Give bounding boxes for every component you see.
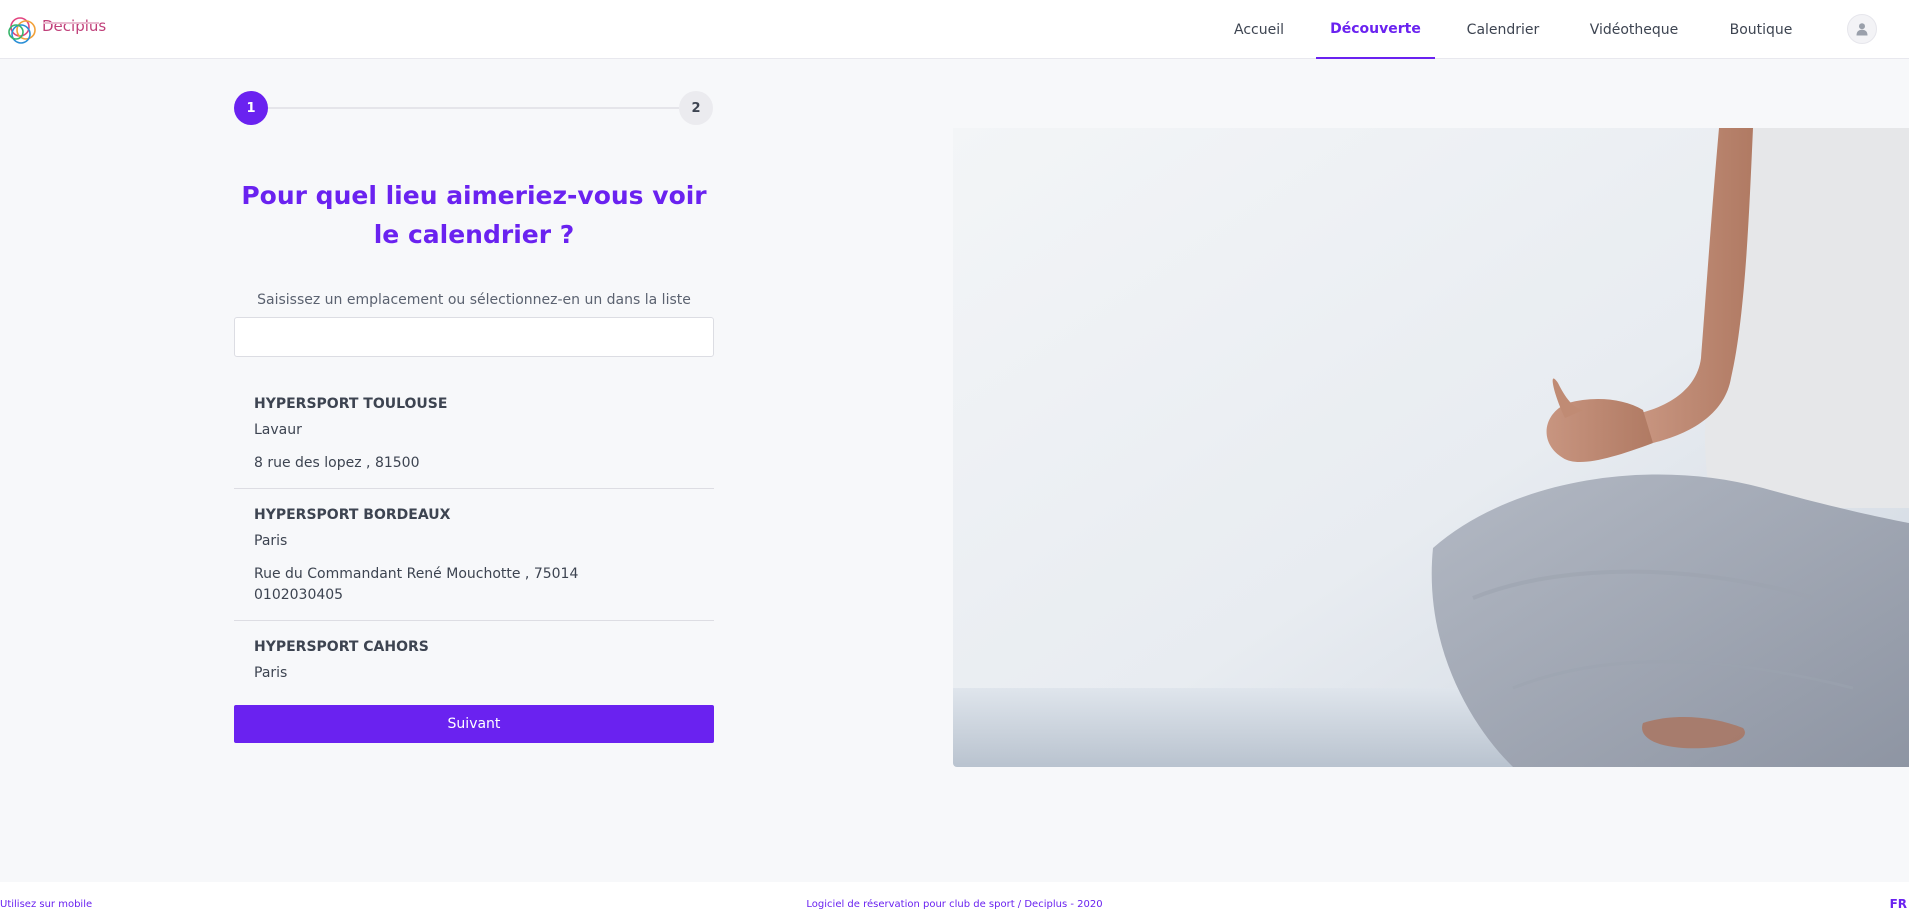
- location-city: Paris: [254, 533, 288, 549]
- brand-logo[interactable]: Deciplus: [6, 14, 106, 46]
- nav-item-videotheque[interactable]: Vidéotheque: [1584, 0, 1684, 59]
- use-on-mobile-link[interactable]: Utilisez sur mobile: [0, 899, 92, 910]
- page-footer: Logiciel de réservation pour club de spo…: [0, 882, 1909, 920]
- brand-name: Deciplus: [42, 17, 107, 35]
- location-city: Lavaur: [254, 422, 302, 438]
- language-selector[interactable]: FR: [1890, 897, 1907, 911]
- location-address: 8 rue des lopez , 81500: [254, 455, 420, 471]
- location-item-toulouse[interactable]: HYPERSPORT TOULOUSE Lavaur 8 rue des lop…: [234, 380, 714, 488]
- hero-image-yoga: [953, 128, 1909, 767]
- footer-copyright: Logiciel de réservation pour club de spo…: [806, 899, 1103, 910]
- location-name: HYPERSPORT TOULOUSE: [254, 396, 448, 412]
- brand-tagline-bar: [43, 22, 99, 24]
- nav-item-boutique[interactable]: Boutique: [1722, 0, 1800, 59]
- location-list: HYPERSPORT TOULOUSE Lavaur 8 rue des lop…: [234, 380, 714, 685]
- top-header: Deciplus Accueil Découverte Calendrier V…: [0, 0, 1909, 59]
- logo-icon: [8, 17, 36, 44]
- location-item-cahors[interactable]: HYPERSPORT CAHORS Paris: [234, 621, 714, 685]
- nav-item-calendrier[interactable]: Calendrier: [1460, 0, 1546, 59]
- page-title: Pour quel lieu aimeriez-vous voir le cal…: [241, 181, 707, 249]
- step-2-indicator: 2: [679, 91, 713, 125]
- location-item-bordeaux[interactable]: HYPERSPORT BORDEAUX Paris Rue du Command…: [234, 489, 714, 620]
- location-search-input[interactable]: [234, 317, 714, 357]
- search-hint: Saisissez un emplacement ou sélectionnez…: [257, 292, 691, 308]
- step-1-indicator: 1: [234, 91, 268, 125]
- nav-item-decouverte[interactable]: Découverte: [1316, 0, 1435, 59]
- next-button[interactable]: Suivant: [234, 705, 714, 743]
- profile-button[interactable]: [1847, 14, 1877, 44]
- location-phone: 0102030405: [254, 587, 344, 603]
- user-icon: [1856, 23, 1868, 36]
- location-name: HYPERSPORT CAHORS: [254, 639, 429, 655]
- nav-item-accueil[interactable]: Accueil: [1220, 0, 1298, 59]
- location-address: Rue du Commandant René Mouchotte , 75014: [254, 566, 579, 582]
- location-name: HYPERSPORT BORDEAUX: [254, 507, 451, 523]
- location-city: Paris: [254, 665, 288, 681]
- stepper-line: [268, 107, 679, 109]
